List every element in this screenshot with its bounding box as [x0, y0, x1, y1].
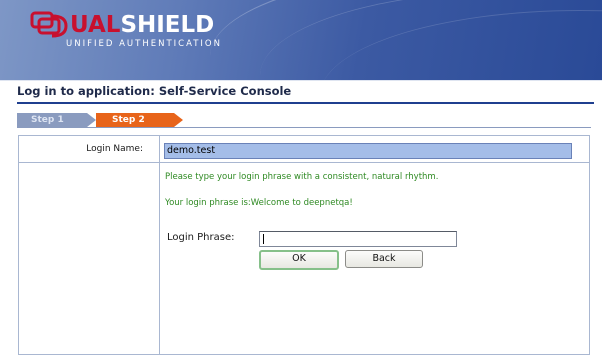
dualshield-logo-mark-icon — [30, 11, 68, 38]
logo-wordmark-white: SHIELD — [120, 12, 215, 38]
login-name-field[interactable]: demo.test — [164, 143, 572, 159]
banner-divider — [0, 80, 602, 81]
login-phrase-input[interactable] — [259, 231, 457, 247]
step-2-arrow — [174, 113, 183, 127]
instruction-text: Please type your login phrase with a con… — [165, 172, 439, 182]
step-1-label: Step 1 — [31, 115, 64, 125]
login-name-row: Login Name: demo.test — [19, 136, 589, 163]
page-title: Log in to application: Self-Service Cons… — [17, 84, 292, 98]
login-phrase-label: Login Phrase: — [167, 232, 235, 243]
title-divider — [17, 102, 594, 104]
logo-wordmark-red: UAL — [70, 12, 121, 38]
login-name-label: Login Name: — [86, 144, 143, 154]
step-1-arrow — [87, 113, 96, 127]
header-banner: UALSHIELD UNIFIED AUTHENTICATION — [0, 0, 602, 80]
form-label-column — [19, 136, 160, 354]
text-caret — [263, 234, 264, 244]
login-form: Login Name: demo.test Please type your l… — [18, 135, 590, 355]
step-2: Step 2 — [96, 113, 174, 127]
back-button[interactable]: Back — [345, 250, 423, 268]
login-phrase-prompt: Your login phrase is:Welcome to deepnetq… — [165, 198, 353, 208]
ok-button[interactable]: OK — [259, 250, 339, 270]
logo-tagline: UNIFIED AUTHENTICATION — [66, 39, 222, 49]
logo-wordmark: UALSHIELD — [70, 11, 214, 39]
step-2-label: Step 2 — [112, 115, 145, 125]
dualshield-logo: UALSHIELD UNIFIED AUTHENTICATION — [30, 10, 220, 52]
step-1: Step 1 — [17, 113, 87, 127]
step-indicator: Step 1 Step 2 — [17, 113, 591, 127]
steps-divider — [17, 127, 591, 128]
